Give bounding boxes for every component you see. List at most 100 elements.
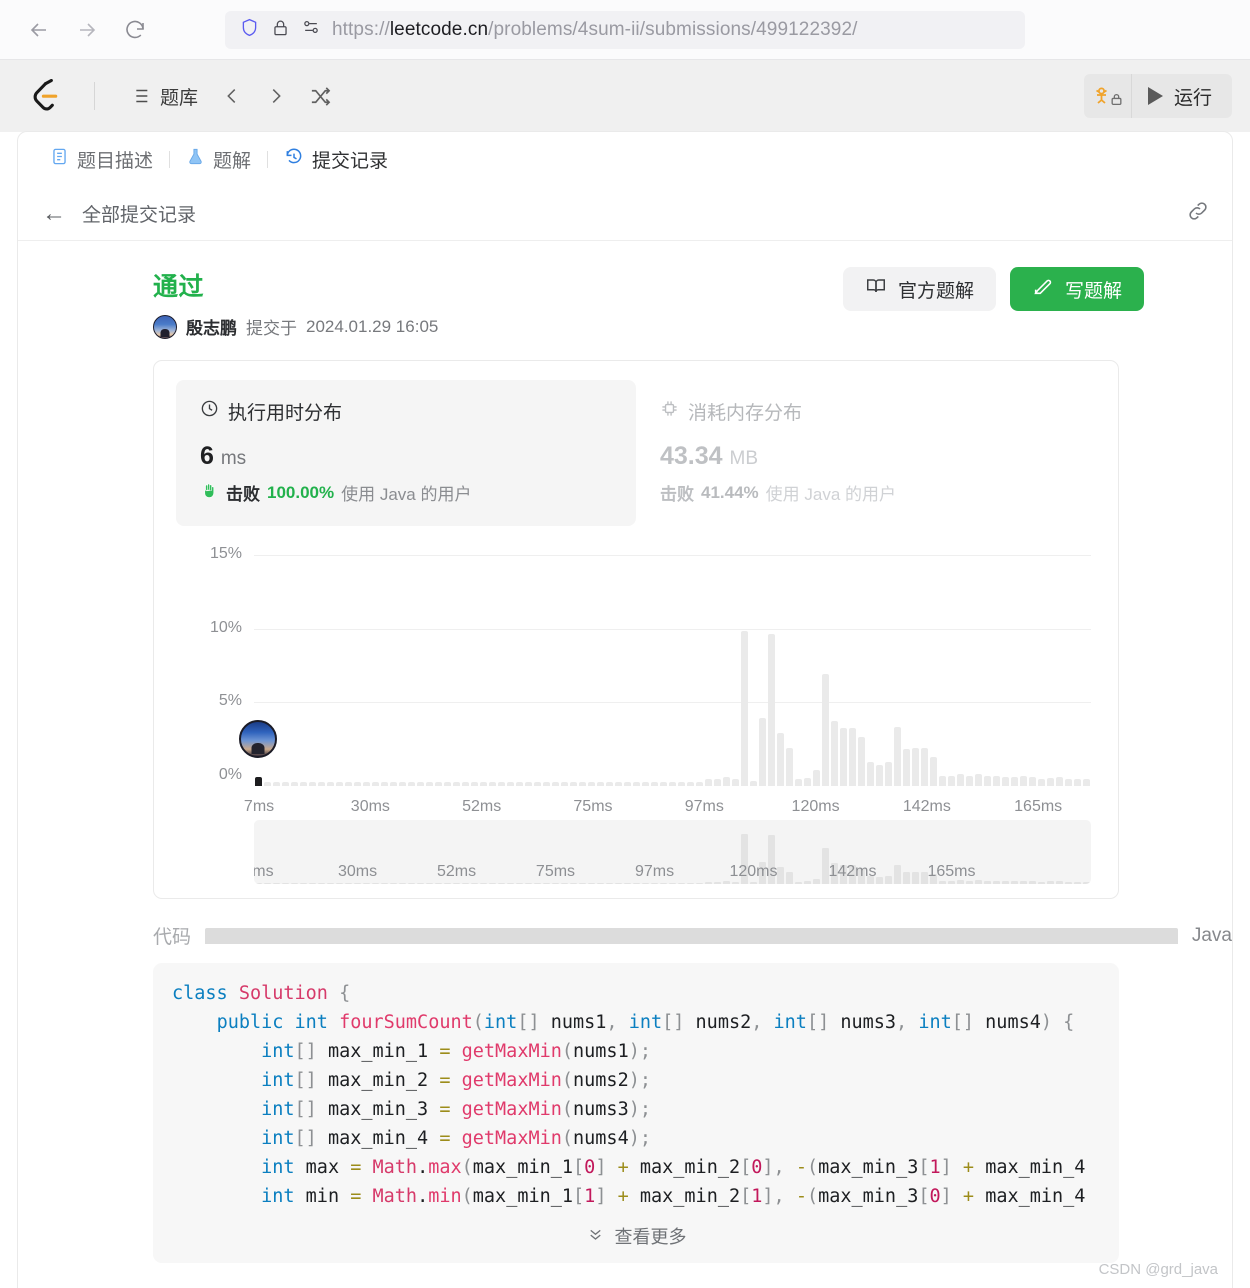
chart-bar[interactable] [965, 775, 974, 786]
chart-bar[interactable] [839, 728, 848, 786]
chart-bar[interactable] [470, 782, 479, 786]
chart-bar[interactable] [1073, 778, 1082, 786]
chart-bar[interactable] [272, 782, 281, 786]
chart-bar[interactable] [407, 782, 416, 786]
chart-bar[interactable] [785, 747, 794, 786]
chart-bar[interactable] [389, 782, 398, 786]
tab-solutions[interactable]: 题解 [176, 146, 261, 173]
chart-bar[interactable] [722, 777, 731, 786]
chart-bar[interactable] [812, 769, 821, 786]
chart-bar[interactable] [290, 782, 299, 786]
chart-bar[interactable] [596, 782, 605, 786]
chart-bar[interactable] [353, 782, 362, 786]
chart-bar[interactable] [902, 749, 911, 786]
chart-bar[interactable] [1064, 778, 1073, 786]
back-to-list-icon[interactable]: ← [42, 201, 66, 226]
chart-bar[interactable] [866, 762, 875, 786]
chart-bar[interactable] [974, 774, 983, 786]
chart-bar[interactable] [1001, 777, 1010, 786]
site-permissions-icon[interactable] [301, 17, 321, 42]
chart-bar[interactable] [704, 778, 713, 786]
chart-bar[interactable] [632, 782, 641, 786]
chart-bar[interactable] [668, 782, 677, 786]
chart-bar[interactable] [893, 727, 902, 786]
run-button[interactable]: 运行 [1131, 74, 1232, 118]
chart-bar[interactable] [263, 782, 272, 786]
chart-bar[interactable] [677, 782, 686, 786]
chart-bar[interactable] [344, 782, 353, 786]
chart-bar[interactable] [686, 782, 695, 786]
address-bar[interactable]: https://leetcode.cn/problems/4sum-ii/sub… [225, 10, 1025, 49]
chart-bar[interactable] [1037, 778, 1046, 786]
chart-bar[interactable] [1010, 777, 1019, 786]
chart-bar[interactable] [884, 762, 893, 786]
chart-bar[interactable] [299, 782, 308, 786]
view-more-button[interactable]: 查看更多 [153, 1209, 1119, 1263]
chart-bar[interactable] [479, 782, 488, 786]
chart-bar[interactable] [1055, 777, 1064, 786]
chart-bar[interactable] [587, 782, 596, 786]
reload-icon[interactable] [116, 11, 154, 49]
chart-bar[interactable] [317, 782, 326, 786]
chart-bar[interactable] [911, 747, 920, 786]
chart-bar[interactable] [533, 782, 542, 786]
chart-bar[interactable] [551, 782, 560, 786]
chart-bar[interactable] [434, 782, 443, 786]
chart-bar[interactable] [614, 782, 623, 786]
chart-bar[interactable] [1028, 777, 1037, 786]
chart-bar[interactable] [659, 782, 668, 786]
back-icon[interactable] [20, 11, 58, 49]
chart-bar[interactable] [335, 782, 344, 786]
chart-bar[interactable] [398, 782, 407, 786]
chart-bar[interactable] [461, 782, 470, 786]
forward-icon[interactable] [68, 11, 106, 49]
chart-bar[interactable] [758, 718, 767, 786]
chart-bar[interactable] [695, 781, 704, 786]
runtime-stat-card[interactable]: 执行用时分布 6 ms 击败 100.00% 使用 Java 的用户 [176, 380, 636, 526]
chart-bar[interactable] [992, 775, 1001, 786]
chart-bar[interactable] [857, 737, 866, 786]
chart-bar[interactable] [983, 776, 992, 786]
chart-bar[interactable] [650, 782, 659, 786]
official-solution-button[interactable]: 官方题解 [842, 267, 996, 311]
shuffle-icon[interactable] [302, 78, 338, 114]
chart-bar[interactable] [281, 782, 290, 786]
chart-bar[interactable] [524, 782, 533, 786]
chart-bar[interactable] [380, 782, 389, 786]
chart-bar[interactable] [947, 775, 956, 786]
memory-stat-card[interactable]: 消耗内存分布 43.34 MB 击败 41.44% 使用 Java 的用户 [636, 380, 1096, 526]
chart-bar[interactable] [929, 756, 938, 786]
chart-bar[interactable] [1046, 777, 1055, 786]
chart-bar[interactable] [875, 765, 884, 786]
chart-bar[interactable] [767, 634, 776, 786]
chart-bar[interactable] [425, 782, 434, 786]
chart-bar[interactable] [1019, 776, 1028, 786]
chart-bar[interactable] [443, 782, 452, 786]
chart-bar[interactable] [371, 782, 380, 786]
chart-bar[interactable] [641, 782, 650, 786]
chart-bar[interactable] [821, 673, 830, 786]
chart-bar[interactable] [605, 782, 614, 786]
chart-minimap-brush[interactable]: 7ms 30ms 52ms 75ms 97ms 120ms 142ms 165ms [254, 820, 1091, 884]
chart-bar[interactable] [578, 782, 587, 786]
chart-bar[interactable] [542, 782, 551, 786]
chart-bar[interactable] [740, 631, 749, 786]
chart-bar[interactable] [830, 721, 839, 786]
chart-bar[interactable] [362, 782, 371, 786]
tab-submissions[interactable]: 提交记录 [274, 146, 398, 173]
chart-bar[interactable] [488, 782, 497, 786]
chart-bar[interactable] [560, 782, 569, 786]
debug-lock-icon[interactable] [1083, 74, 1132, 118]
chart-bar[interactable] [956, 774, 965, 786]
leetcode-logo[interactable] [30, 78, 64, 113]
chart-bar[interactable] [803, 777, 812, 786]
chart-bar[interactable] [920, 747, 929, 786]
chart-bar[interactable] [848, 728, 857, 786]
chart-bar[interactable] [794, 778, 803, 786]
chart-bar[interactable] [326, 782, 335, 786]
chart-bar[interactable] [713, 778, 722, 786]
chart-bar[interactable] [731, 778, 740, 786]
chart-bar[interactable] [776, 732, 785, 786]
chart-bar[interactable] [308, 782, 317, 786]
tab-description[interactable]: 题目描述 [40, 146, 163, 173]
